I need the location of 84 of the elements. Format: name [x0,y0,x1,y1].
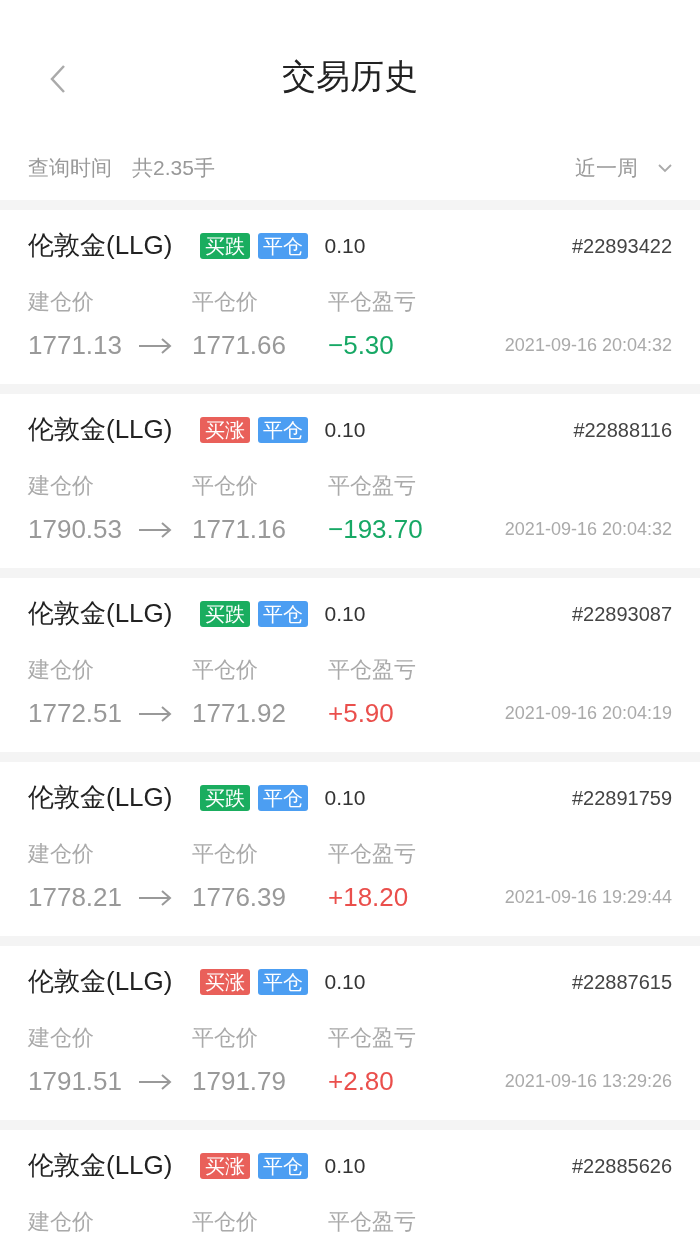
field-label: 平仓盈亏 [328,288,417,316]
trade-card[interactable]: 伦敦金(LLG) 买涨 平仓 0.10 #22887615 建仓价 平仓价 平仓盈亏 1791.51 1791.79 +2.80 2021-09-16 13:29:26 [0,946,700,1120]
trade-time: 2021-09-16 20:04:32 [503,518,672,541]
field-label: 建仓价 [28,1024,95,1052]
field-label: 平仓盈亏 [328,840,417,868]
lot-size: 0.10 [324,600,366,627]
total-lots: 共2.35手 [132,155,215,182]
trade-tag: 买跌 [200,232,251,259]
arrow-right-icon [138,1072,172,1091]
trade-card[interactable]: 伦敦金(LLG) 买跌 平仓 0.10 #22893087 建仓价 平仓价 平仓盈亏 1772.51 1771.92 +5.90 2021-09-16 20:04:19 [0,578,700,752]
trade-card[interactable]: 伦敦金(LLG) 买跌 平仓 0.10 #22891759 建仓价 平仓价 平仓盈亏 1778.21 1776.39 +18.20 2021-09-16 19:29:44 [0,762,700,936]
trade-tag: 平仓 [258,968,309,995]
open-price: 1791.51 [28,1065,122,1098]
trade-card[interactable]: 伦敦金(LLG) 买跌 平仓 0.10 #22893422 建仓价 平仓价 平仓盈亏 1771.13 1771.66 −5.30 2021-09-16 20:04:32 [0,210,700,384]
field-label: 平仓价 [192,288,259,316]
close-price: 1776.39 [192,881,287,914]
page-title: 交易历史 [282,55,418,97]
lot-size: 0.10 [324,1152,366,1179]
trade-card[interactable]: 伦敦金(LLG) 买涨 平仓 0.10 #22885626 建仓价 平仓价 平仓盈亏 [0,1130,700,1246]
order-number: #22891759 [571,785,672,811]
product-name: 伦敦金(LLG) [28,597,173,630]
lot-size: 0.10 [324,968,366,995]
open-price: 1771.13 [28,329,122,362]
trade-time: 2021-09-16 20:04:19 [503,702,672,725]
close-price: 1771.16 [192,513,287,546]
trade-tag: 买跌 [200,784,251,811]
field-label: 建仓价 [28,840,95,868]
open-price: 1778.21 [28,881,122,914]
trade-time: 2021-09-16 13:29:26 [503,1070,672,1093]
query-label: 查询时间 [28,155,112,182]
field-label: 平仓价 [192,472,259,500]
trade-tag: 买涨 [200,416,251,443]
trade-card[interactable]: 伦敦金(LLG) 买涨 平仓 0.10 #22888116 建仓价 平仓价 平仓盈亏 1790.53 1771.16 −193.70 2021-09-16 20:04:32 [0,394,700,568]
lot-size: 0.10 [324,416,366,443]
field-label: 平仓盈亏 [328,472,417,500]
trade-tag: 买跌 [200,600,251,627]
trade-time: 2021-09-16 20:04:32 [503,334,672,357]
trade-tag: 平仓 [258,1152,309,1179]
trade-tag: 平仓 [258,232,309,259]
profit-loss: −193.70 [328,513,424,546]
product-name: 伦敦金(LLG) [28,229,173,262]
field-label: 平仓价 [192,656,259,684]
field-label: 平仓价 [192,1208,259,1236]
trade-tag: 买涨 [200,968,251,995]
arrow-right-icon [138,336,172,355]
field-label: 平仓盈亏 [328,1024,417,1052]
product-name: 伦敦金(LLG) [28,413,173,446]
open-price: 1790.53 [28,513,122,546]
arrow-right-icon [138,888,172,907]
profit-loss: +2.80 [328,1065,395,1098]
back-icon[interactable] [50,64,66,94]
field-label: 平仓盈亏 [328,656,417,684]
order-number: #22888116 [573,417,672,443]
close-price: 1771.92 [192,697,287,730]
trade-time: 2021-09-16 19:29:44 [503,886,672,909]
field-label: 平仓价 [192,840,259,868]
order-number: #22893087 [571,601,672,627]
field-label: 建仓价 [28,656,95,684]
lot-size: 0.10 [324,232,366,259]
profit-loss: −5.30 [328,329,395,362]
field-label: 平仓价 [192,1024,259,1052]
product-name: 伦敦金(LLG) [28,1149,173,1182]
profit-loss: +5.90 [328,697,395,730]
open-price: 1772.51 [28,697,122,730]
order-number: #22885626 [571,1153,672,1179]
field-label: 平仓盈亏 [328,1208,417,1236]
lot-size: 0.10 [324,784,366,811]
field-label: 建仓价 [28,288,95,316]
order-number: #22887615 [571,969,672,995]
product-name: 伦敦金(LLG) [28,965,173,998]
trade-tag: 买涨 [200,1152,251,1179]
trade-tag: 平仓 [258,416,309,443]
arrow-right-icon [138,520,172,539]
trade-tag: 平仓 [258,600,309,627]
profit-loss: +18.20 [328,881,410,914]
close-price: 1791.79 [192,1065,287,1098]
trade-tag: 平仓 [258,784,309,811]
field-label: 建仓价 [28,1208,95,1236]
product-name: 伦敦金(LLG) [28,781,173,814]
close-price: 1771.66 [192,329,287,362]
chevron-down-icon [658,163,672,173]
order-number: #22893422 [571,233,672,259]
arrow-right-icon [138,704,172,723]
field-label: 建仓价 [28,472,95,500]
